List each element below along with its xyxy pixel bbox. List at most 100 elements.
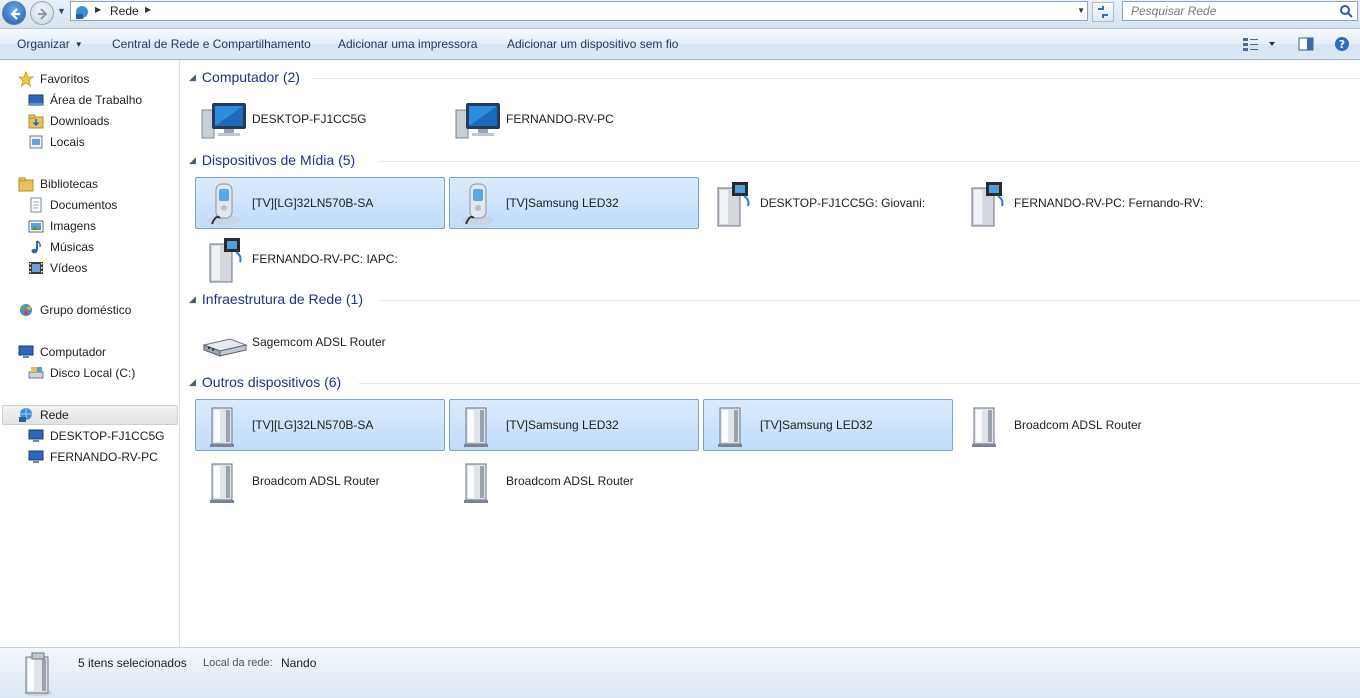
device-tile[interactable]: DESKTOP-FJ1CC5G: [195, 93, 445, 145]
monitor-computer-icon: [455, 103, 500, 139]
forward-button[interactable]: [30, 1, 54, 25]
device-tile[interactable]: FERNANDO-RV-PC: IAPC:: [195, 233, 445, 285]
address-bar: ▼ ▶ Rede ▶ ▼ Pesquisar Rede: [0, 0, 1360, 29]
selected-device-icon: [24, 652, 52, 696]
selection-count: 5 itens selecionados: [78, 656, 187, 670]
group-divider: [379, 300, 1360, 301]
group-header-media[interactable]: ◢ Dispositivos de Mídia (5): [189, 152, 355, 174]
device-label: DESKTOP-FJ1CC5G: [252, 112, 367, 126]
chevron-right-icon[interactable]: ▶: [145, 5, 151, 14]
change-view-button[interactable]: [1243, 36, 1281, 55]
device-tile[interactable]: [TV]Samsung LED32: [703, 399, 953, 451]
music-icon: [31, 240, 41, 254]
device-tile[interactable]: Sagemcom ADSL Router: [195, 316, 445, 368]
device-label: FERNANDO-RV-PC: [506, 112, 614, 126]
nav-label: Grupo doméstico: [40, 303, 132, 317]
device-tile[interactable]: [TV][LG]32LN570B-SA: [195, 177, 445, 229]
star-icon: [18, 71, 34, 87]
device-tile[interactable]: [TV]Samsung LED32: [449, 177, 699, 229]
collapse-triangle-icon[interactable]: ◢: [189, 72, 196, 82]
device-tile[interactable]: FERNANDO-RV-PC: Fernando-RV:: [957, 177, 1207, 229]
places-icon: [29, 135, 43, 149]
device-label: [TV]Samsung LED32: [506, 418, 619, 432]
device-tile[interactable]: Broadcom ADSL Router: [449, 455, 699, 507]
add-printer-button[interactable]: Adicionar uma impressora: [338, 37, 477, 51]
chevron-right-icon[interactable]: ▶: [95, 5, 101, 14]
device-label: Broadcom ADSL Router: [506, 474, 634, 488]
search-input[interactable]: Pesquisar Rede: [1122, 1, 1358, 21]
documents-icon: [30, 197, 42, 213]
device-label: Broadcom ADSL Router: [1014, 418, 1142, 432]
back-arrow-icon: [10, 8, 20, 20]
nav-label: Documentos: [50, 198, 118, 212]
device-tile[interactable]: [TV][LG]32LN570B-SA: [195, 399, 445, 451]
breadcrumb-rede[interactable]: Rede: [110, 4, 139, 18]
search-icon[interactable]: [1339, 4, 1353, 18]
device-tile[interactable]: FERNANDO-RV-PC: [449, 93, 699, 145]
group-title: Computador (2): [201, 69, 300, 85]
network-location-value: Nando: [281, 656, 317, 670]
videos-icon: [29, 262, 43, 274]
desktop-icon: [28, 94, 44, 106]
nav-label: FERNANDO-RV-PC: [50, 450, 158, 464]
generic-device-icon: [718, 407, 742, 447]
device-label: Sagemcom ADSL Router: [252, 335, 386, 349]
nav-label: Favoritos: [40, 72, 90, 86]
content-pane: ◢ Computador (2) DESKTOP-FJ1CC5G FERNANDO…: [181, 60, 1360, 647]
organize-label: Organizar: [17, 37, 70, 51]
group-divider: [359, 383, 1360, 384]
device-label: FERNANDO-RV-PC: Fernando-RV:: [1014, 196, 1204, 210]
generic-device-icon: [464, 407, 488, 447]
preview-pane-button[interactable]: [1298, 36, 1314, 55]
computer-icon: [18, 345, 34, 358]
nav-label: Rede: [40, 408, 69, 422]
nav-label: Área de Trabalho: [50, 93, 143, 107]
help-button[interactable]: ?: [1334, 36, 1350, 55]
nav-label: Músicas: [50, 240, 95, 254]
help-icon: ?: [1335, 37, 1349, 51]
collapse-triangle-icon[interactable]: ◢: [189, 155, 196, 165]
network-center-button[interactable]: Central de Rede e Compartilhamento: [112, 37, 311, 51]
back-button[interactable]: [2, 1, 26, 25]
address-dropdown-icon[interactable]: ▼: [1077, 6, 1085, 15]
group-header-computers[interactable]: ◢ Computador (2): [189, 69, 300, 91]
group-divider: [313, 78, 1360, 79]
generic-device-icon: [972, 407, 996, 447]
generic-device-icon: [210, 407, 234, 447]
device-label: Broadcom ADSL Router: [252, 474, 380, 488]
homegroup-icon: [20, 304, 32, 316]
address-input[interactable]: ▶ Rede ▶ ▼: [70, 1, 1088, 21]
group-divider: [379, 161, 1360, 162]
computer-icon: [28, 429, 44, 442]
device-label: [TV][LG]32LN570B-SA: [252, 196, 374, 210]
media-phone-icon: [208, 183, 240, 225]
device-tile[interactable]: Broadcom ADSL Router: [195, 455, 445, 507]
computer-icon: [28, 450, 44, 463]
refresh-button[interactable]: [1092, 2, 1114, 22]
nav-label: Disco Local (C:): [50, 366, 136, 380]
group-title: Outros dispositivos (6): [201, 374, 342, 390]
device-tile[interactable]: [TV]Samsung LED32: [449, 399, 699, 451]
nav-label: Locais: [50, 135, 85, 149]
nav-label: DESKTOP-FJ1CC5G: [50, 429, 165, 443]
forward-arrow-icon: [38, 8, 48, 20]
device-label: [TV]Samsung LED32: [760, 418, 873, 432]
collapse-triangle-icon[interactable]: ◢: [189, 377, 196, 387]
organize-button[interactable]: Organizar ▼: [17, 37, 83, 51]
monitor-computer-icon: [201, 103, 246, 139]
downloads-folder-icon: [28, 114, 44, 129]
history-dropdown-icon[interactable]: ▼: [57, 6, 66, 16]
group-header-other[interactable]: ◢ Outros dispositivos (6): [189, 374, 341, 396]
network-icon: [76, 6, 88, 19]
device-label: FERNANDO-RV-PC: IAPC:: [252, 252, 398, 266]
device-tile[interactable]: Broadcom ADSL Router: [957, 399, 1207, 451]
device-label: [TV]Samsung LED32: [506, 196, 619, 210]
generic-device-icon: [210, 463, 234, 503]
command-bar: Organizar ▼ Central de Rede e Compartilha…: [0, 29, 1360, 60]
device-tile[interactable]: DESKTOP-FJ1CC5G: Giovani:: [703, 177, 953, 229]
collapse-triangle-icon[interactable]: ◢: [189, 294, 196, 304]
group-header-infrastructure[interactable]: ◢ Infraestrutura de Rede (1): [189, 291, 363, 313]
nav-label: Downloads: [50, 114, 110, 128]
chevron-down-icon: ▼: [74, 40, 83, 49]
add-wireless-device-button[interactable]: Adicionar um dispositivo sem fio: [507, 37, 678, 51]
